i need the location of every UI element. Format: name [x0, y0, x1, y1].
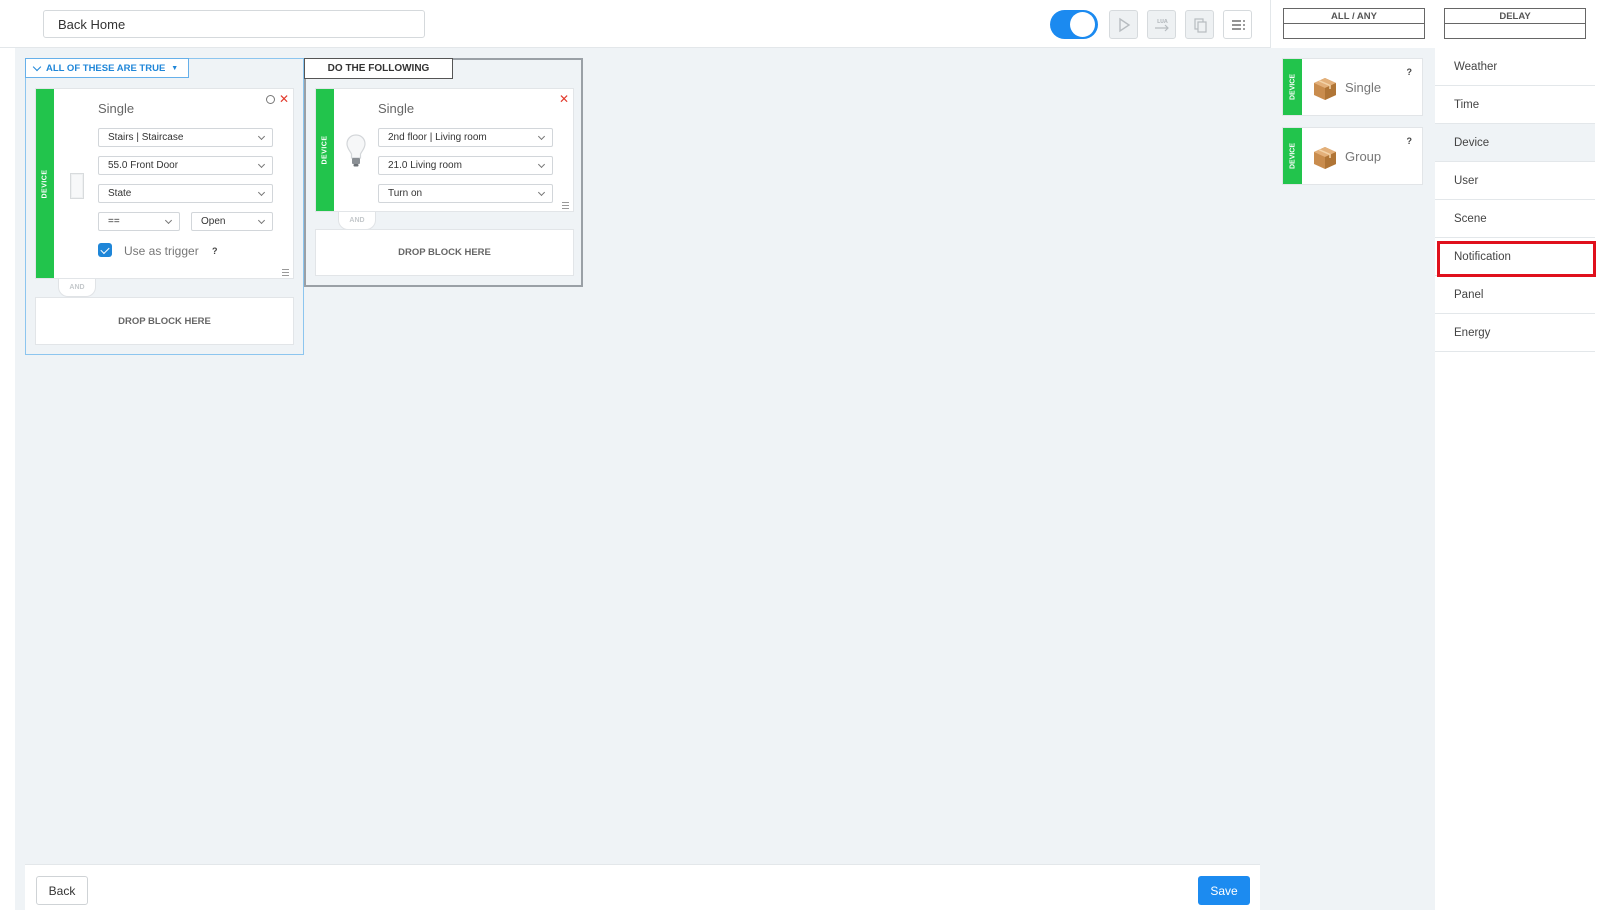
action-group-label: DO THE FOLLOWING	[304, 58, 453, 79]
use-as-trigger-label: Use as trigger	[124, 244, 199, 258]
chevron-down-icon	[537, 188, 546, 197]
close-icon[interactable]: ✕	[559, 93, 569, 105]
rule-name-input[interactable]	[43, 10, 425, 38]
action-drop-zone[interactable]: DROP BLOCK HERE	[315, 229, 574, 276]
save-button[interactable]: Save	[1198, 876, 1250, 905]
help-icon[interactable]: ?	[1407, 67, 1413, 77]
device-category-strip: DEVICE	[1283, 59, 1302, 115]
menu-button[interactable]	[1223, 10, 1252, 39]
category-scene[interactable]: Scene	[1435, 200, 1595, 238]
help-icon[interactable]: ?	[1407, 136, 1413, 146]
category-weather[interactable]: Weather	[1435, 48, 1595, 86]
chevron-down-icon	[257, 160, 266, 169]
bottom-bar	[25, 864, 1260, 910]
toggle-knob	[1070, 12, 1095, 37]
rule-enabled-toggle[interactable]	[1050, 10, 1098, 39]
condition-device-block[interactable]: DEVICE Single ✕ Stairs | Staircase 55.0 …	[35, 88, 294, 279]
play-icon	[1118, 17, 1130, 32]
device-select[interactable]: 21.0 Living room	[378, 156, 553, 175]
operator-select[interactable]: ==	[98, 212, 180, 231]
palette-item-label: Single	[1345, 80, 1382, 95]
close-icon[interactable]: ✕	[279, 93, 289, 105]
palette-device-group[interactable]: DEVICE Group ?	[1282, 127, 1423, 185]
chevron-down-icon	[257, 216, 266, 225]
room-select[interactable]: Stairs | Staircase	[98, 128, 273, 147]
lua-convert-button[interactable]: LUA	[1147, 10, 1176, 39]
and-connector: AND	[338, 212, 376, 230]
list-menu-icon	[1231, 19, 1245, 30]
action-device-block[interactable]: DEVICE Single ✕ 2nd floor | Living room …	[315, 88, 574, 212]
category-list: Weather Time Device User Scene Notificat…	[1435, 48, 1595, 352]
device-category-strip: DEVICE	[36, 89, 54, 278]
chevron-down-icon	[257, 188, 266, 197]
svg-text:LUA: LUA	[1157, 19, 1168, 25]
all-any-block-button[interactable]: ALL / ANY	[1283, 8, 1425, 39]
action-select[interactable]: Turn on	[378, 184, 553, 203]
chevron-down-icon	[257, 132, 266, 141]
settings-icon[interactable]	[266, 95, 275, 104]
chevron-down-icon	[32, 62, 42, 71]
chevron-down-icon	[537, 132, 546, 141]
device-category-strip: DEVICE	[1283, 128, 1302, 184]
copy-icon	[1193, 17, 1207, 33]
condition-mode-label: ALL OF THESE ARE TRUE	[46, 62, 166, 74]
chevron-down-icon	[537, 160, 546, 169]
block-title: Single	[98, 101, 135, 116]
drag-handle-icon[interactable]	[562, 202, 569, 209]
condition-drop-zone[interactable]: DROP BLOCK HERE	[35, 297, 294, 345]
block-title: Single	[378, 101, 415, 116]
palette-device-single[interactable]: DEVICE Single ?	[1282, 58, 1423, 116]
category-user[interactable]: User	[1435, 162, 1595, 200]
door-sensor-icon	[70, 173, 84, 199]
device-category-strip: DEVICE	[316, 89, 334, 211]
category-notification[interactable]: Notification	[1435, 238, 1595, 276]
chevron-down-icon	[164, 216, 173, 225]
box-icon	[1314, 78, 1336, 100]
room-select[interactable]: 2nd floor | Living room	[378, 128, 553, 147]
palette-item-label: Group	[1345, 149, 1382, 164]
category-time[interactable]: Time	[1435, 86, 1595, 124]
category-energy[interactable]: Energy	[1435, 314, 1595, 352]
and-connector: AND	[58, 279, 96, 297]
property-select[interactable]: State	[98, 184, 273, 203]
lua-convert-icon: LUA	[1154, 19, 1169, 31]
box-icon	[1314, 147, 1336, 169]
category-device[interactable]: Device	[1435, 124, 1595, 162]
drag-handle-icon[interactable]	[282, 269, 289, 276]
use-as-trigger-checkbox[interactable]	[98, 243, 112, 257]
back-button[interactable]: Back	[36, 876, 88, 905]
category-panel[interactable]: Panel	[1435, 276, 1595, 314]
caret-down-icon: ▼	[171, 64, 179, 72]
duplicate-button[interactable]	[1185, 10, 1214, 39]
light-bulb-icon	[346, 134, 366, 167]
run-button[interactable]	[1109, 10, 1138, 39]
delay-block-button[interactable]: DELAY	[1444, 8, 1586, 39]
help-icon[interactable]: ?	[212, 246, 218, 256]
condition-mode-dropdown[interactable]: ALL OF THESE ARE TRUE ▼	[25, 58, 190, 78]
top-bar: LUA	[0, 0, 1270, 48]
value-select[interactable]: Open	[191, 212, 273, 231]
device-select[interactable]: 55.0 Front Door	[98, 156, 273, 175]
